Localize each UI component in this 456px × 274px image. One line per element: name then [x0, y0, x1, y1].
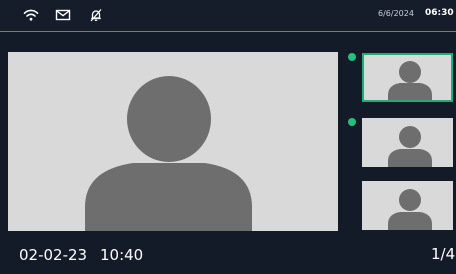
status-date: 6/6/2024 — [378, 9, 414, 18]
camera-thumbnail-3[interactable] — [362, 181, 453, 230]
online-indicator-1 — [348, 53, 356, 61]
status-bar: 6/6/2024 06:30 — [0, 0, 456, 32]
person-silhouette-icon — [388, 61, 432, 100]
camera-thumbnail-1[interactable] — [362, 53, 453, 102]
status-time: 06:30 — [425, 8, 454, 18]
camera-thumbnail-2[interactable] — [362, 118, 453, 167]
notifications-off-icon — [88, 8, 104, 22]
footer-time: 10:40 — [100, 246, 144, 264]
online-indicator-2 — [348, 118, 356, 126]
wifi-icon — [23, 8, 39, 22]
page-indicator[interactable]: 1/4 — [431, 245, 455, 263]
person-silhouette-icon — [85, 76, 252, 231]
footer-date: 02-02-23 — [19, 246, 88, 264]
main-video-view[interactable] — [8, 52, 338, 231]
mail-icon — [55, 8, 71, 22]
person-silhouette-icon — [388, 189, 432, 230]
person-silhouette-icon — [388, 126, 432, 167]
